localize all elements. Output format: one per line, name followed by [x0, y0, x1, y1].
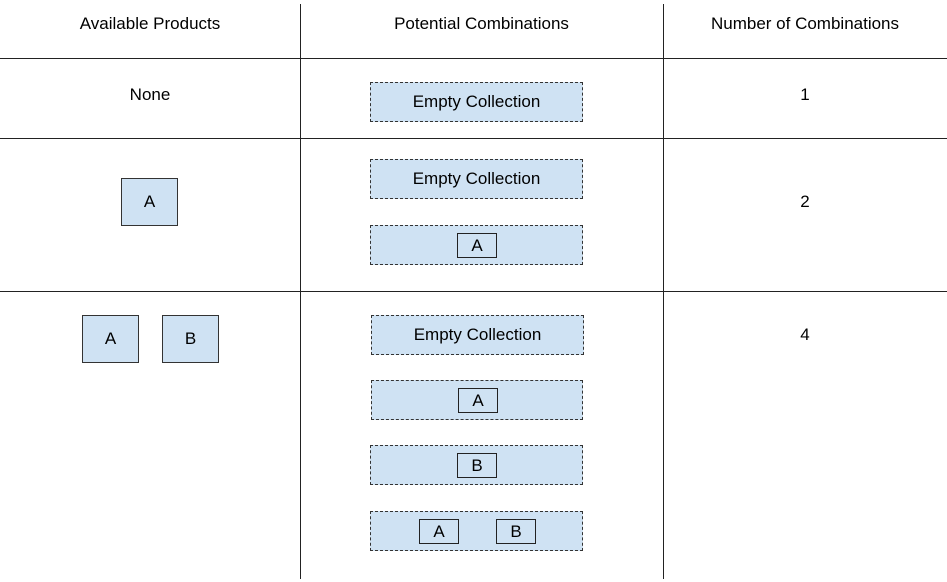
product-b: B [162, 315, 219, 363]
product-a: A [457, 233, 497, 258]
combination-empty-collection: Empty Collection [371, 315, 584, 355]
product-label: A [143, 192, 156, 211]
row-divider-2 [0, 291, 947, 292]
combination-count: 1 [800, 85, 810, 104]
product-label: A [472, 390, 484, 410]
product-label: A [433, 521, 445, 541]
combination-a: A [370, 225, 583, 265]
product-label: A [471, 235, 483, 255]
combination-a-b: A B [370, 511, 583, 551]
row-divider-1 [0, 138, 947, 139]
header-divider [0, 58, 947, 59]
product-b: B [496, 519, 536, 544]
product-b: B [457, 453, 497, 478]
combination-b: B [370, 445, 583, 485]
combination-label: Empty Collection [413, 325, 542, 344]
header-potential-combinations: Potential Combinations [394, 14, 569, 33]
available-none: None [129, 85, 171, 104]
combination-empty-collection: Empty Collection [370, 82, 583, 122]
product-label: B [184, 329, 197, 348]
combination-count: 2 [800, 192, 810, 211]
combination-label: Empty Collection [412, 92, 541, 111]
combination-a: A [371, 380, 583, 420]
product-label: B [471, 455, 483, 475]
header-number-of-combinations: Number of Combinations [710, 14, 900, 33]
product-a: A [419, 519, 459, 544]
header-available-products: Available Products [79, 14, 221, 33]
combination-label: Empty Collection [412, 169, 541, 188]
product-label: B [510, 521, 522, 541]
product-a: A [458, 388, 498, 413]
product-a: A [121, 178, 178, 226]
product-label: A [104, 329, 117, 348]
product-a: A [82, 315, 139, 363]
combination-empty-collection: Empty Collection [370, 159, 583, 199]
combination-count: 4 [800, 325, 810, 344]
